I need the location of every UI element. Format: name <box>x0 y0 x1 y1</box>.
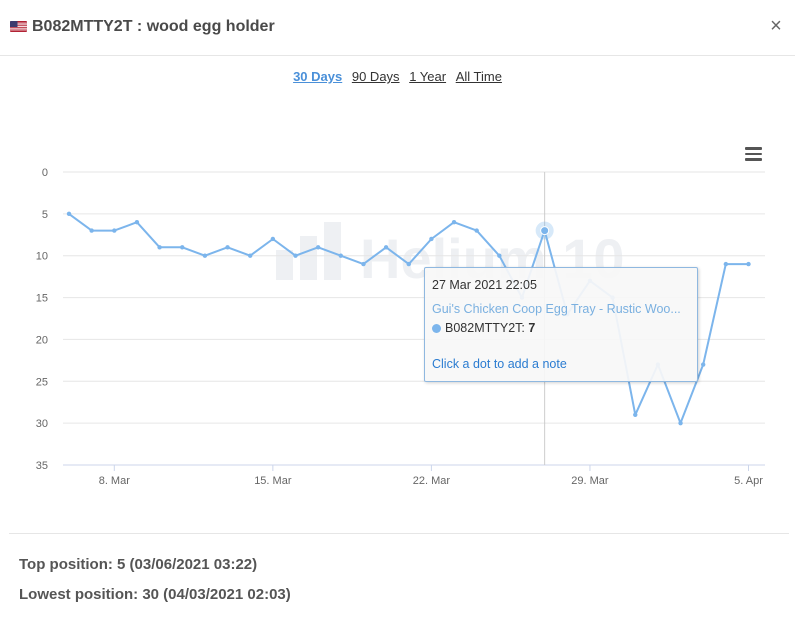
y-tick-label: 30 <box>36 418 48 430</box>
data-point <box>474 228 479 233</box>
x-tick-label: 8. Mar <box>99 475 131 487</box>
data-point <box>497 253 502 258</box>
y-tick-label: 25 <box>36 376 48 388</box>
data-point <box>701 362 706 367</box>
data-point <box>112 228 117 233</box>
tooltip-product: Gui's Chicken Coop Egg Tray - Rustic Woo… <box>432 302 681 316</box>
data-point <box>746 261 751 267</box>
data-point <box>134 220 140 225</box>
data-point <box>361 261 366 267</box>
hovered-point <box>540 226 550 236</box>
data-point <box>723 261 729 267</box>
y-tick-label: 15 <box>36 293 48 305</box>
data-point <box>66 211 72 217</box>
data-point <box>225 245 230 250</box>
tooltip-value: 7 <box>528 321 536 335</box>
data-point <box>157 245 162 250</box>
data-point <box>678 420 683 426</box>
data-point <box>202 253 208 258</box>
x-tick-label: 5. Apr <box>734 475 763 487</box>
y-tick-label: 35 <box>36 460 48 472</box>
watermark-bar <box>300 236 317 280</box>
top-position: Top position: 5 (03/06/2021 03:22) <box>19 556 258 573</box>
lowest-position: Lowest position: 30 (04/03/2021 02:03) <box>19 586 291 603</box>
data-point <box>89 228 94 233</box>
watermark-bar <box>276 250 293 280</box>
x-tick-label: 15. Mar <box>254 475 292 487</box>
y-tick-label: 5 <box>42 209 48 221</box>
data-point <box>248 253 253 258</box>
x-tick-label: 22. Mar <box>413 475 451 487</box>
data-point <box>293 253 298 258</box>
y-tick-label: 10 <box>36 251 48 263</box>
data-point <box>180 245 185 250</box>
tooltip-date: 27 Mar 2021 22:05 <box>432 278 537 292</box>
y-tick-label: 20 <box>36 334 48 346</box>
data-point <box>406 261 411 267</box>
add-note-link[interactable]: Click a dot to add a note <box>432 357 567 371</box>
data-point <box>383 245 389 250</box>
data-point <box>429 236 434 242</box>
data-point <box>315 245 321 250</box>
y-tick-label: 0 <box>42 167 48 179</box>
chart-menu-icon[interactable] <box>745 147 762 161</box>
data-point <box>633 412 638 417</box>
chart-tooltip: 27 Mar 2021 22:05 Gui's Chicken Coop Egg… <box>424 267 698 382</box>
data-point <box>270 236 276 242</box>
tooltip-series: B082MTTY2T: 7 <box>432 321 535 335</box>
divider <box>9 533 789 534</box>
series-dot-icon <box>432 324 441 333</box>
x-tick-label: 29. Mar <box>571 475 609 487</box>
tooltip-series-label: B082MTTY2T: <box>445 321 525 335</box>
data-point <box>451 220 457 225</box>
data-point <box>338 253 343 258</box>
